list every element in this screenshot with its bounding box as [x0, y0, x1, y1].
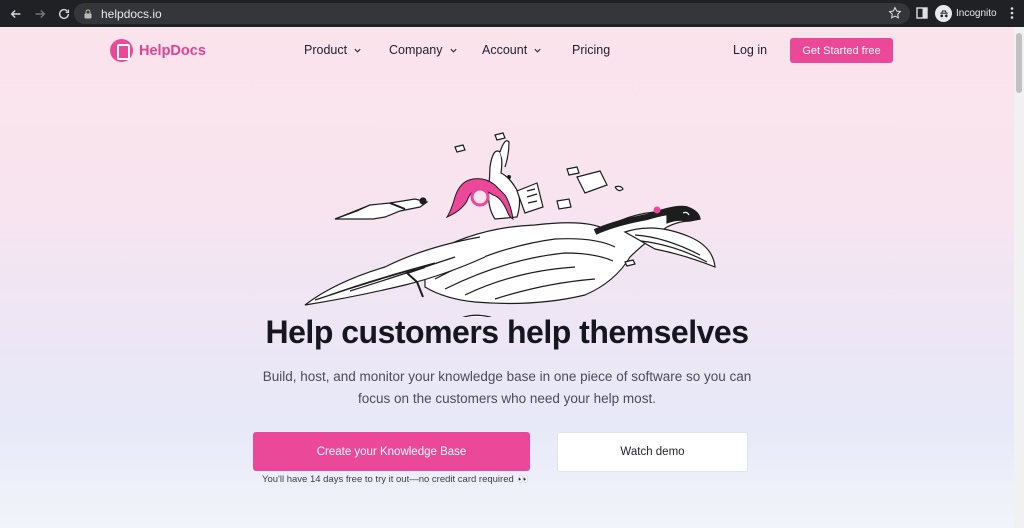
- chevron-down-icon: [534, 48, 541, 53]
- nav-account[interactable]: Account: [482, 43, 542, 57]
- chevron-down-icon: [354, 48, 361, 53]
- nav-pricing-label: Pricing: [572, 43, 611, 57]
- get-started-button[interactable]: Get Started free: [790, 38, 893, 63]
- goose-rabbit-illustration: [304, 132, 716, 317]
- nav-product[interactable]: Product: [304, 43, 362, 57]
- nav-pricing[interactable]: Pricing: [572, 43, 610, 57]
- incognito-icon: [935, 5, 952, 22]
- create-knowledge-base-button[interactable]: Create your Knowledge Base: [253, 432, 530, 471]
- page-content: HelpDocs Product Company Account Pricing…: [0, 27, 1014, 528]
- watch-demo-button[interactable]: Watch demo: [557, 432, 748, 472]
- eyes-emoji-icon: 👀: [517, 474, 529, 484]
- incognito-badge[interactable]: Incognito: [935, 4, 997, 23]
- site-logo[interactable]: HelpDocs: [110, 39, 206, 62]
- browser-toolbar: helpdocs.io Incognito: [0, 0, 1024, 27]
- reload-icon[interactable]: [53, 3, 75, 25]
- incognito-label: Incognito: [956, 8, 997, 19]
- nav-account-label: Account: [482, 43, 528, 57]
- address-bar[interactable]: helpdocs.io: [74, 3, 910, 24]
- browser-menu-icon[interactable]: [1006, 6, 1018, 20]
- nav-company[interactable]: Company: [389, 43, 458, 57]
- trial-note: You'll have 14 days free to try it out—n…: [262, 474, 529, 485]
- trial-note-text: You'll have 14 days free to try it out—n…: [262, 474, 514, 485]
- forward-icon[interactable]: [29, 3, 51, 25]
- scrollbar-thumb[interactable]: [1016, 33, 1022, 93]
- bookmark-star-icon[interactable]: [888, 6, 902, 20]
- side-panel-icon[interactable]: [916, 7, 928, 19]
- url-text: helpdocs.io: [101, 6, 162, 21]
- page-scrollbar[interactable]: [1014, 27, 1024, 528]
- hero-headline: Help customers help themselves: [265, 314, 749, 350]
- brand-name: HelpDocs: [139, 42, 206, 59]
- lock-icon: [84, 9, 92, 18]
- hero-subheadline: Build, host, and monitor your knowledge …: [262, 369, 752, 406]
- nav-company-label: Company: [389, 43, 443, 57]
- helpdocs-logo-icon: [110, 39, 133, 62]
- login-link[interactable]: Log in: [733, 43, 767, 57]
- chevron-down-icon: [449, 48, 457, 53]
- back-icon[interactable]: [5, 3, 27, 25]
- nav-product-label: Product: [304, 43, 348, 57]
